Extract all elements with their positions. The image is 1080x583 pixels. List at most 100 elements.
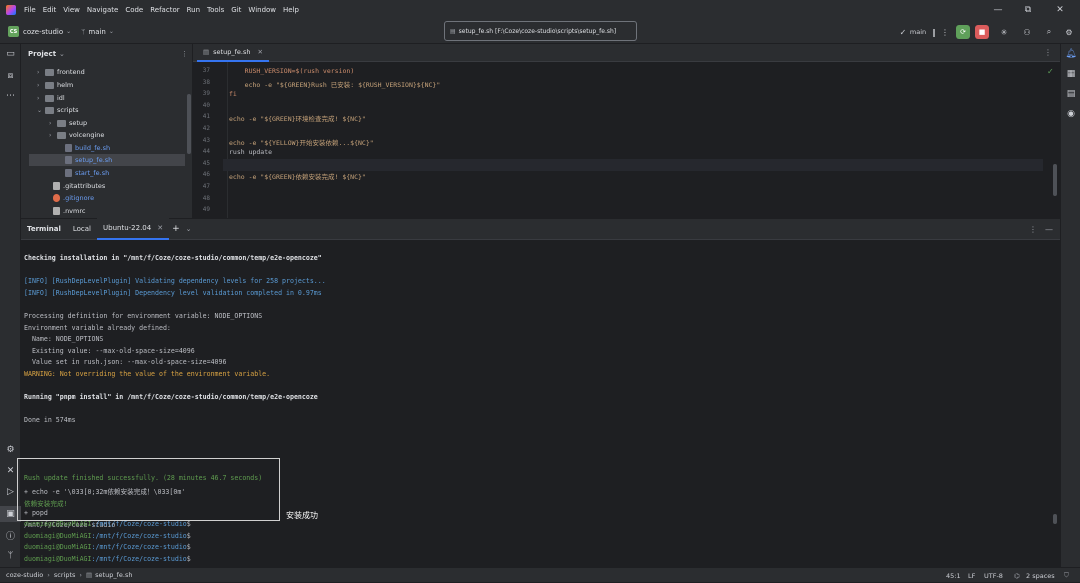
code-line[interactable]: rush update (229, 148, 272, 156)
database-icon[interactable]: ▦ (1061, 66, 1080, 82)
file-encoding[interactable]: UTF-8 (984, 568, 1003, 583)
project-scrollbar[interactable] (187, 94, 191, 154)
project-panel-header[interactable]: Project ⌄ ⋮ (21, 44, 192, 64)
caret-position[interactable]: 45:1 (946, 568, 961, 583)
pause-icon[interactable]: ‖ (929, 26, 939, 38)
minimize-panel-icon[interactable]: — (1045, 225, 1053, 234)
menu-code[interactable]: Code (125, 6, 143, 14)
terminal-scrollbar[interactable] (1053, 514, 1057, 524)
menu-navigate[interactable]: Navigate (87, 6, 118, 14)
tree-item-frontend[interactable]: › frontend (29, 66, 185, 78)
code-line[interactable]: echo -e "${GREEN}依赖安装完成! ${NC}" (229, 171, 366, 181)
chevron-down-icon[interactable]: ⌄ (109, 28, 114, 35)
ai-assistant-icon[interactable]: ✳ (998, 26, 1010, 38)
code-line[interactable]: RUSH_VERSION=$(rush version) (229, 67, 355, 75)
chevron-down-icon[interactable]: ⌄ (183, 218, 195, 240)
code-line[interactable]: echo -e "${GREEN}环境检查完成! ${NC}" (229, 113, 366, 123)
chevron-right-icon[interactable]: › (37, 69, 45, 76)
restore-icon[interactable]: ⧉ (1014, 0, 1042, 20)
prompt-user: duomiagi@DuoMiAGI (24, 543, 92, 552)
tree-item-build-fe-sh[interactable]: build_fe.sh (29, 142, 185, 154)
tree-item-gitattributes[interactable]: .gitattributes (29, 180, 185, 192)
structure-icon[interactable]: ▤ (1061, 86, 1080, 102)
menu-git[interactable]: Git (231, 6, 241, 14)
branch-name[interactable]: main (88, 28, 106, 36)
tree-item-gitignore[interactable]: .gitignore (29, 192, 185, 204)
lock-icon[interactable]: ⛉ (1064, 568, 1069, 583)
run-config-name[interactable]: main (908, 26, 928, 38)
stop-button[interactable]: ■ (975, 25, 989, 39)
tab-ubuntu[interactable]: Ubuntu-22.04 ✕ (97, 218, 170, 240)
close-window-icon[interactable]: ✕ (1046, 0, 1074, 20)
chevron-right-icon[interactable]: › (37, 82, 45, 89)
more-vertical-icon[interactable]: ⋮ (940, 26, 950, 38)
chevron-right-icon[interactable]: › (49, 120, 57, 127)
code-line[interactable]: echo -e "${GREEN}Rush 已安装: ${RUSH_VERSIO… (229, 79, 441, 89)
tree-item-volcengine[interactable]: › volcengine (29, 129, 185, 141)
indent-setting[interactable]: 2 spaces (1026, 568, 1055, 583)
menu-help[interactable]: Help (283, 6, 299, 14)
project-badge[interactable]: CS (8, 26, 19, 37)
editor-tab-label: setup_fe.sh (213, 48, 251, 56)
editor-scrollbar[interactable] (1053, 164, 1057, 196)
breadcrumb-item[interactable]: setup_fe.sh (95, 571, 132, 579)
tree-item-scripts[interactable]: ⌄ scripts (29, 104, 185, 116)
notifications-icon[interactable]: 🔔︎ (1061, 46, 1080, 62)
terminal-line: [INFO] [RushDepLevelPlugin] Validating d… (24, 277, 326, 286)
tree-item-nvmrc[interactable]: .nvmrc (29, 205, 185, 217)
git-icon[interactable]: ᛘ (0, 548, 21, 564)
file-icon: ▤ (86, 571, 93, 579)
project-view-icon[interactable]: ▭ (0, 46, 21, 62)
problems-icon[interactable]: ⓘ (0, 527, 21, 543)
search-icon[interactable]: ⌕ (1043, 26, 1055, 38)
commit-icon[interactable]: ⧈ (0, 68, 21, 84)
inspection-ok-icon[interactable]: ✓ (1047, 67, 1054, 76)
chevron-down-icon[interactable]: ⌄ (66, 28, 71, 35)
menu-run[interactable]: Run (187, 6, 200, 14)
tree-item-start-fe-sh[interactable]: start_fe.sh (29, 167, 185, 179)
tree-item-setup-fe-sh[interactable]: setup_fe.sh (29, 154, 185, 166)
more-horizontal-icon[interactable]: ⋯ (0, 88, 21, 104)
code-line[interactable]: echo -e "${YELLOW}开始安装依赖...${NC}" (229, 137, 374, 147)
tree-item-setup[interactable]: › setup (29, 117, 185, 129)
menu-refactor[interactable]: Refactor (150, 6, 179, 14)
tab-local[interactable]: Local (67, 218, 97, 240)
code-line[interactable]: fi (229, 90, 237, 98)
current-file-selector[interactable]: ▤ setup_fe.sh [F:\Coze\coze-studio\scrip… (444, 21, 637, 41)
menu-file[interactable]: File (24, 6, 36, 14)
breadcrumb-item[interactable]: coze-studio (6, 571, 43, 579)
run-config-icon[interactable]: ✓ (898, 26, 908, 38)
prompt-user: duomiagi@DuoMiAGI (24, 520, 92, 528)
folder-icon (45, 94, 54, 102)
chevron-down-icon[interactable]: ⌄ (59, 50, 65, 58)
add-user-icon[interactable]: ⚇ (1021, 26, 1033, 38)
terminal-line: Value set in rush.json: --max-old-space-… (24, 358, 227, 367)
more-vertical-icon[interactable]: ⋮ (1029, 225, 1037, 234)
chevron-right-icon[interactable]: › (37, 95, 45, 102)
menu-edit[interactable]: Edit (43, 6, 57, 14)
more-vertical-icon[interactable]: ⋮ (181, 50, 188, 58)
gradle-icon[interactable]: ◉ (1061, 106, 1080, 122)
new-tab-icon[interactable]: + (169, 218, 183, 240)
chevron-right-icon[interactable]: › (49, 132, 57, 139)
minimize-icon[interactable]: — (984, 0, 1012, 20)
chevron-down-icon[interactable]: ⌄ (37, 107, 45, 114)
file-icon (53, 207, 60, 215)
breadcrumb-item[interactable]: scripts (54, 571, 76, 579)
line-ending[interactable]: LF (968, 568, 975, 583)
debug-button[interactable]: ⟳ (956, 25, 970, 39)
tree-item-idl[interactable]: › idl (29, 92, 185, 104)
menu-view[interactable]: View (63, 6, 80, 14)
menu-window[interactable]: Window (248, 6, 276, 14)
project-name[interactable]: coze-studio (23, 28, 63, 36)
debug-icon[interactable]: ⚙ (0, 442, 21, 458)
tree-item-helm[interactable]: › helm (29, 79, 185, 91)
settings-icon[interactable]: ⚙ (1063, 26, 1075, 38)
gitignore-file-icon (53, 194, 60, 202)
terminal-line: Checking installation in "/mnt/f/Coze/co… (24, 254, 322, 262)
more-vertical-icon[interactable]: ⋮ (1044, 48, 1052, 57)
close-icon[interactable]: ✕ (257, 48, 262, 56)
menu-tools[interactable]: Tools (207, 6, 224, 14)
editor-tab-setup-fe[interactable]: ▤ setup_fe.sh ✕ (197, 44, 269, 62)
close-icon[interactable]: ✕ (157, 224, 163, 232)
